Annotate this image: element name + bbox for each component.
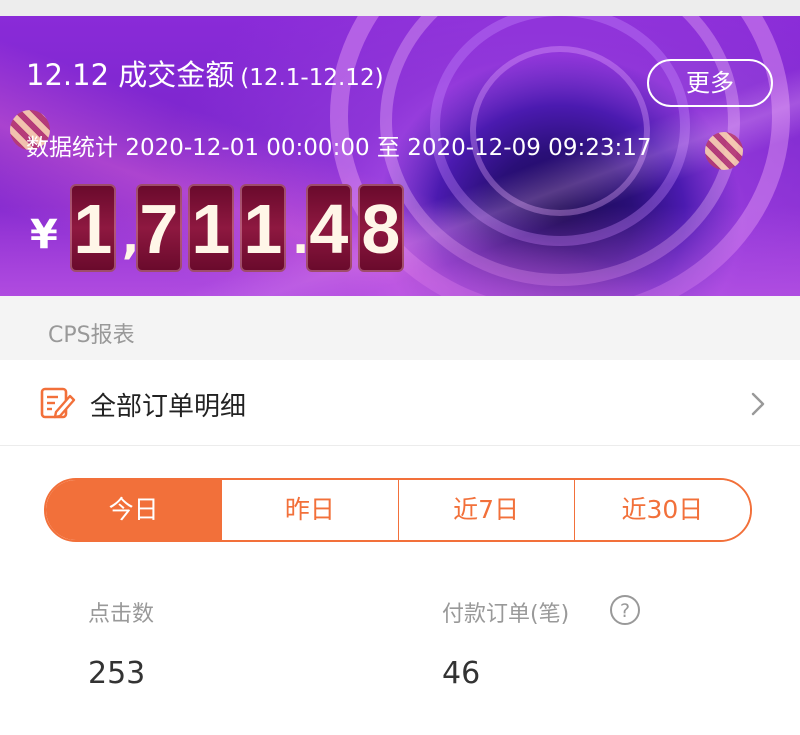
stats-period-text: 数据统计 2020-12-01 00:00:00 至 2020-12-09 09… (26, 135, 652, 161)
clicks-label: 点击数 (88, 602, 155, 627)
edit-document-icon (40, 387, 76, 419)
tab-today[interactable]: 今日 (46, 480, 222, 540)
amount-digit: 1 (239, 184, 286, 272)
amount-digit: 1 (187, 184, 234, 272)
cps-section-header: CPS报表 (0, 296, 800, 360)
svg-text:?: ? (620, 600, 630, 622)
promo-banner: 12.12 成交金额 (12.1-12.12) 更多 数据统计 2020-12-0… (0, 16, 800, 296)
ornament-ball-icon (705, 132, 743, 170)
paid-orders-label: 付款订单(笔) (442, 602, 570, 627)
cps-section-title: CPS报表 (48, 323, 135, 348)
clicks-value: 253 (88, 656, 146, 691)
tab-last-30-days[interactable]: 近30日 (573, 480, 750, 540)
amount-decimal-point: . (291, 210, 310, 264)
amount-digit: 1 (69, 184, 116, 272)
chevron-right-icon (751, 392, 765, 416)
amount-separator: , (121, 210, 140, 264)
more-button[interactable]: 更多 (647, 59, 773, 107)
all-orders-row[interactable]: 全部订单明细 (0, 360, 800, 446)
tab-yesterday[interactable]: 昨日 (221, 480, 398, 540)
amount-digit: 8 (357, 184, 404, 272)
paid-orders-value: 46 (442, 656, 481, 691)
transaction-amount: ¥ 1 , 7 1 1 . 4 8 (30, 184, 410, 272)
banner-title: 12.12 成交金额 (12.1-12.12) (26, 52, 384, 94)
date-range-tabs: 今日 昨日 近7日 近30日 (44, 478, 752, 542)
top-strip (0, 0, 800, 16)
banner-date-range: (12.1-12.12) (240, 65, 384, 91)
amount-digit: 4 (305, 184, 352, 272)
all-orders-label: 全部订单明细 (90, 392, 247, 422)
question-circle-icon[interactable]: ? (609, 594, 641, 626)
tab-last-7-days[interactable]: 近7日 (397, 480, 574, 540)
banner-title-text: 12.12 成交金额 (26, 58, 235, 92)
currency-symbol: ¥ (30, 212, 58, 258)
amount-digit: 7 (135, 184, 182, 272)
